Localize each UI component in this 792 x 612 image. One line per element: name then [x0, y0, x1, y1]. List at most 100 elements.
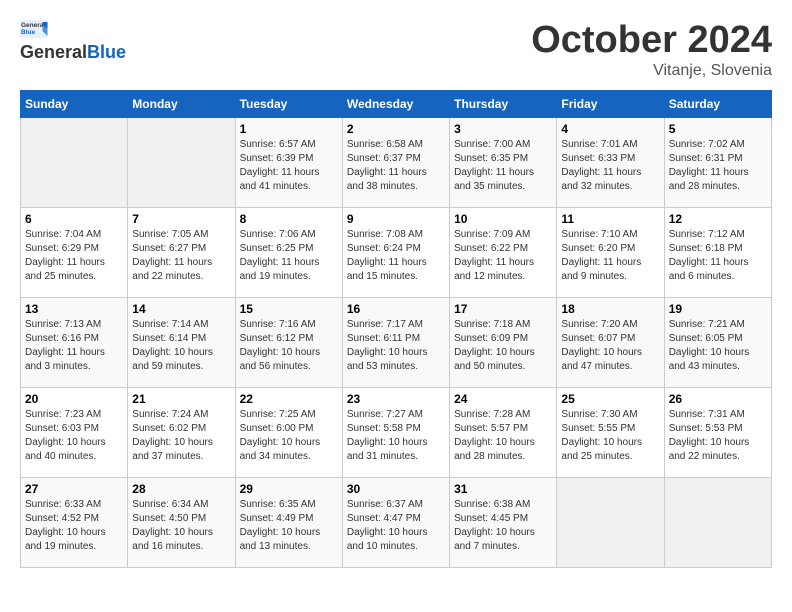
calendar-cell: 7Sunrise: 7:05 AMSunset: 6:27 PMDaylight… — [128, 207, 235, 297]
calendar-cell: 20Sunrise: 7:23 AMSunset: 6:03 PMDayligh… — [21, 387, 128, 477]
weekday-header: Sunday — [21, 90, 128, 117]
day-number: 5 — [669, 122, 767, 136]
calendar-cell: 6 Sunrise: 7:04 AMSunset: 6:29 PMDaylight… — [21, 207, 128, 297]
day-number: 4 — [561, 122, 659, 136]
calendar-cell: 9 Sunrise: 7:08 AMSunset: 6:24 PMDaylight… — [342, 207, 449, 297]
calendar-cell — [664, 477, 771, 567]
calendar-cell: 11 Sunrise: 7:10 AMSunset: 6:20 PMDayligh… — [557, 207, 664, 297]
weekday-header: Wednesday — [342, 90, 449, 117]
page-header: General Blue General Blue October 2024 V… — [20, 20, 772, 80]
day-info: Sunrise: 7:25 AMSunset: 6:00 PMDaylight:… — [240, 408, 338, 464]
calendar-cell: 29 Sunrise: 6:35 AMSunset: 4:49 PMDayligh… — [235, 477, 342, 567]
day-info: Sunrise: 7:08 AMSunset: 6:24 PMDaylight:… — [347, 228, 445, 284]
day-number: 22 — [240, 392, 338, 406]
svg-text:General: General — [21, 22, 45, 29]
calendar-week-row: 27 Sunrise: 6:33 AMSunset: 4:52 PMDayligh… — [21, 477, 772, 567]
day-number: 9 — [347, 212, 445, 226]
day-info: Sunrise: 7:24 AMSunset: 6:02 PMDaylight:… — [132, 408, 230, 464]
calendar-cell: 18 Sunrise: 7:20 AMSunset: 6:07 PMDayligh… — [557, 297, 664, 387]
day-info: Sunrise: 7:09 AMSunset: 6:22 PMDaylight:… — [454, 228, 552, 284]
logo: General Blue General Blue — [20, 20, 126, 63]
title-section: October 2024 Vitanje, Slovenia — [531, 20, 772, 80]
calendar-cell: 13 Sunrise: 7:13 AMSunset: 6:16 PMDayligh… — [21, 297, 128, 387]
day-info: Sunrise: 7:14 AMSunset: 6:14 PMDaylight:… — [132, 318, 230, 374]
day-info: Sunrise: 7:02 AMSunset: 6:31 PMDaylight:… — [669, 138, 767, 194]
day-info: Sunrise: 7:27 AMSunset: 5:58 PMDaylight:… — [347, 408, 445, 464]
calendar-cell: 17 Sunrise: 7:18 AMSunset: 6:09 PMDayligh… — [450, 297, 557, 387]
day-number: 17 — [454, 302, 552, 316]
svg-text:Blue: Blue — [21, 29, 35, 36]
calendar-cell: 10 Sunrise: 7:09 AMSunset: 6:22 PMDayligh… — [450, 207, 557, 297]
day-info: Sunrise: 7:23 AMSunset: 6:03 PMDaylight:… — [25, 408, 123, 464]
calendar-cell: 23 Sunrise: 7:27 AMSunset: 5:58 PMDayligh… — [342, 387, 449, 477]
day-number: 6 — [25, 212, 123, 226]
calendar-cell: 22 Sunrise: 7:25 AMSunset: 6:00 PMDayligh… — [235, 387, 342, 477]
day-info: Sunrise: 6:35 AMSunset: 4:49 PMDaylight:… — [240, 498, 338, 554]
calendar-cell: 27 Sunrise: 6:33 AMSunset: 4:52 PMDayligh… — [21, 477, 128, 567]
weekday-header: Friday — [557, 90, 664, 117]
day-number: 30 — [347, 482, 445, 496]
day-number: 12 — [669, 212, 767, 226]
day-number: 31 — [454, 482, 552, 496]
day-info: Sunrise: 7:31 AMSunset: 5:53 PMDaylight:… — [669, 408, 767, 464]
calendar-cell: 25 Sunrise: 7:30 AMSunset: 5:55 PMDayligh… — [557, 387, 664, 477]
day-number: 18 — [561, 302, 659, 316]
calendar-table: SundayMondayTuesdayWednesdayThursdayFrid… — [20, 90, 772, 568]
day-number: 8 — [240, 212, 338, 226]
location: Vitanje, Slovenia — [531, 62, 772, 80]
calendar-cell: 19 Sunrise: 7:21 AMSunset: 6:05 PMDayligh… — [664, 297, 771, 387]
day-info: Sunrise: 7:04 AMSunset: 6:29 PMDaylight:… — [25, 228, 123, 284]
day-number: 3 — [454, 122, 552, 136]
calendar-cell: 4 Sunrise: 7:01 AMSunset: 6:33 PMDaylight… — [557, 117, 664, 207]
calendar-cell — [21, 117, 128, 207]
day-number: 29 — [240, 482, 338, 496]
calendar-cell: 14 Sunrise: 7:14 AMSunset: 6:14 PMDayligh… — [128, 297, 235, 387]
day-info: Sunrise: 7:01 AMSunset: 6:33 PMDaylight:… — [561, 138, 659, 194]
day-info: Sunrise: 7:12 AMSunset: 6:18 PMDaylight:… — [669, 228, 767, 284]
day-info: Sunrise: 7:21 AMSunset: 6:05 PMDaylight:… — [669, 318, 767, 374]
day-number: 24 — [454, 392, 552, 406]
calendar-cell: 24Sunrise: 7:28 AMSunset: 5:57 PMDayligh… — [450, 387, 557, 477]
day-number: 23 — [347, 392, 445, 406]
day-number: 16 — [347, 302, 445, 316]
day-number: 27 — [25, 482, 123, 496]
weekday-header: Tuesday — [235, 90, 342, 117]
day-number: 1 — [240, 122, 338, 136]
day-number: 2 — [347, 122, 445, 136]
day-info: Sunrise: 6:33 AMSunset: 4:52 PMDaylight:… — [25, 498, 123, 554]
day-info: Sunrise: 7:13 AMSunset: 6:16 PMDaylight:… — [25, 318, 123, 374]
day-info: Sunrise: 6:38 AMSunset: 4:45 PMDaylight:… — [454, 498, 552, 554]
day-info: Sunrise: 6:34 AMSunset: 4:50 PMDaylight:… — [132, 498, 230, 554]
calendar-cell: 3 Sunrise: 7:00 AMSunset: 6:35 PMDaylight… — [450, 117, 557, 207]
day-number: 28 — [132, 482, 230, 496]
calendar-cell: 28 Sunrise: 6:34 AMSunset: 4:50 PMDayligh… — [128, 477, 235, 567]
calendar-cell — [128, 117, 235, 207]
month-title: October 2024 — [531, 20, 772, 62]
day-info: Sunrise: 7:18 AMSunset: 6:09 PMDaylight:… — [454, 318, 552, 374]
day-info: Sunrise: 6:58 AMSunset: 6:37 PMDaylight:… — [347, 138, 445, 194]
day-info: Sunrise: 7:10 AMSunset: 6:20 PMDaylight:… — [561, 228, 659, 284]
logo-general: General — [20, 42, 87, 63]
logo-icon: General Blue — [20, 20, 50, 38]
calendar-cell: 5 Sunrise: 7:02 AMSunset: 6:31 PMDaylight… — [664, 117, 771, 207]
day-number: 25 — [561, 392, 659, 406]
calendar-cell: 31 Sunrise: 6:38 AMSunset: 4:45 PMDayligh… — [450, 477, 557, 567]
calendar-cell: 2 Sunrise: 6:58 AMSunset: 6:37 PMDaylight… — [342, 117, 449, 207]
calendar-cell: 30Sunrise: 6:37 AMSunset: 4:47 PMDayligh… — [342, 477, 449, 567]
day-number: 19 — [669, 302, 767, 316]
day-number: 14 — [132, 302, 230, 316]
calendar-cell: 16 Sunrise: 7:17 AMSunset: 6:11 PMDayligh… — [342, 297, 449, 387]
day-number: 11 — [561, 212, 659, 226]
day-info: Sunrise: 7:17 AMSunset: 6:11 PMDaylight:… — [347, 318, 445, 374]
header-row: SundayMondayTuesdayWednesdayThursdayFrid… — [21, 90, 772, 117]
calendar-cell — [557, 477, 664, 567]
day-info: Sunrise: 7:30 AMSunset: 5:55 PMDaylight:… — [561, 408, 659, 464]
day-number: 10 — [454, 212, 552, 226]
day-info: Sunrise: 7:00 AMSunset: 6:35 PMDaylight:… — [454, 138, 552, 194]
day-info: Sunrise: 7:20 AMSunset: 6:07 PMDaylight:… — [561, 318, 659, 374]
day-number: 13 — [25, 302, 123, 316]
calendar-week-row: 6 Sunrise: 7:04 AMSunset: 6:29 PMDaylight… — [21, 207, 772, 297]
calendar-cell: 8 Sunrise: 7:06 AMSunset: 6:25 PMDaylight… — [235, 207, 342, 297]
calendar-week-row: 13 Sunrise: 7:13 AMSunset: 6:16 PMDayligh… — [21, 297, 772, 387]
day-info: Sunrise: 7:06 AMSunset: 6:25 PMDaylight:… — [240, 228, 338, 284]
